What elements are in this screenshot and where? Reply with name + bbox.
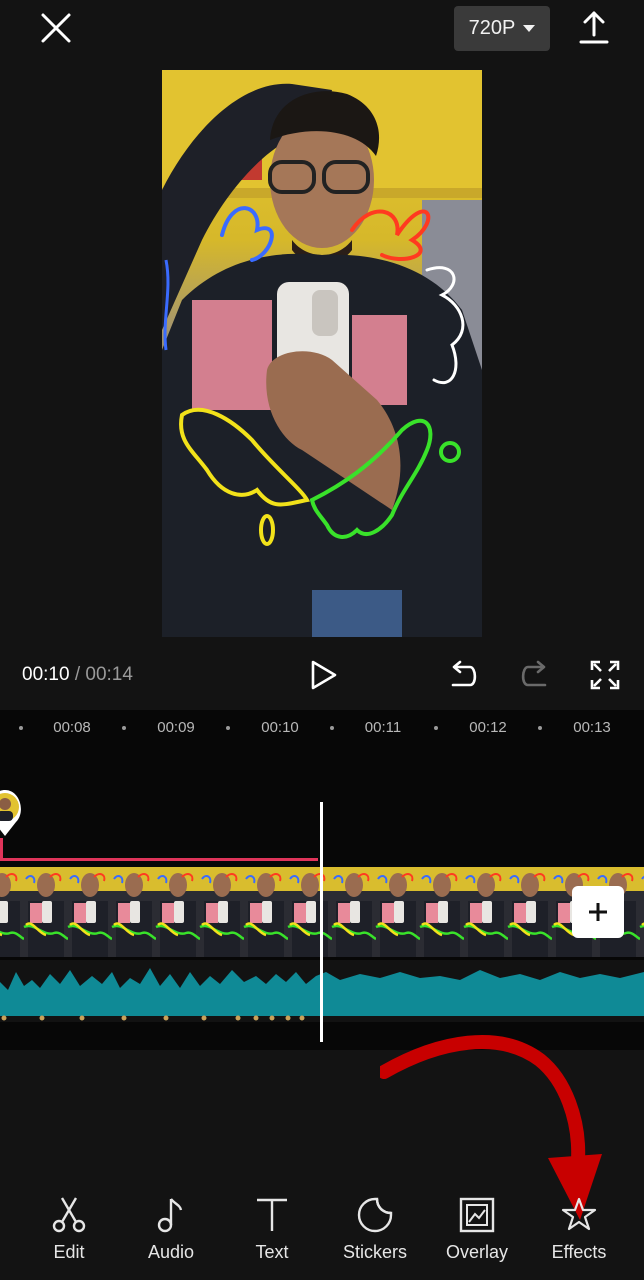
ruler-dot	[122, 726, 126, 730]
effect-track-start	[0, 838, 3, 860]
timeline[interactable]: 00:08 00:09 00:10 00:11 00:12 00:13	[0, 710, 644, 1050]
ruler-dot	[226, 726, 230, 730]
sticker-icon	[357, 1197, 393, 1233]
ruler-dot	[538, 726, 542, 730]
ruler-tick: 00:11	[364, 719, 402, 736]
time-separator: /	[74, 664, 81, 685]
scissors-icon	[52, 1197, 86, 1233]
video-preview[interactable]	[162, 70, 482, 637]
toolbar-label: Stickers	[342, 1242, 407, 1262]
upload-icon	[579, 11, 609, 44]
caret-down-icon	[523, 25, 536, 32]
redo-icon	[521, 660, 547, 687]
play-button[interactable]	[306, 658, 340, 692]
video-editor: 720P 00:10 / 00:14 00:08 00:09 00:10 00:…	[0, 0, 644, 1280]
plus-icon	[589, 903, 607, 921]
playhead[interactable]	[320, 802, 323, 1042]
ruler-dot	[19, 726, 23, 730]
top-bar: 720P	[0, 0, 644, 60]
total-time: 00:14	[85, 664, 133, 685]
ruler-tick: 00:12	[469, 719, 507, 736]
bottom-toolbar: Edit Audio Text Stickers Overlay Effects	[0, 1160, 644, 1280]
toolbar-effects[interactable]: Effects	[529, 1196, 629, 1263]
ruler-tick: 00:09	[157, 719, 195, 736]
resolution-label: 720P	[468, 17, 516, 39]
toolbar-stickers[interactable]: Stickers	[325, 1196, 425, 1263]
preview-image	[162, 70, 482, 637]
close-button[interactable]	[36, 8, 76, 48]
toolbar-label: Overlay	[445, 1242, 508, 1262]
effect-track-line[interactable]	[0, 858, 318, 861]
redo-button[interactable]	[518, 658, 552, 692]
toolbar-label: Audio	[147, 1242, 195, 1262]
fullscreen-icon	[590, 660, 620, 690]
ruler-dot	[434, 726, 438, 730]
toolbar-label: Effects	[551, 1242, 607, 1262]
toolbar-text[interactable]: Text	[222, 1196, 322, 1263]
export-button[interactable]	[574, 8, 614, 48]
avatar	[0, 790, 21, 836]
effects-star-icon	[561, 1197, 597, 1231]
add-clip-button[interactable]	[572, 886, 624, 938]
toolbar-audio[interactable]: Audio	[121, 1196, 221, 1263]
time-display: 00:10 / 00:14	[22, 664, 133, 686]
fullscreen-button[interactable]	[588, 658, 622, 692]
close-icon	[41, 13, 71, 43]
overlay-icon	[459, 1197, 495, 1233]
ruler-dot	[330, 726, 334, 730]
undo-button[interactable]	[446, 658, 480, 692]
toolbar-overlay[interactable]: Overlay	[427, 1196, 527, 1263]
current-time: 00:10	[22, 664, 70, 685]
toolbar-edit[interactable]: Edit	[19, 1196, 119, 1263]
undo-icon	[451, 660, 477, 687]
music-note-icon	[157, 1198, 183, 1233]
toolbar-label: Edit	[53, 1242, 85, 1262]
text-icon	[257, 1198, 287, 1231]
toolbar-label: Text	[255, 1242, 289, 1262]
resolution-button[interactable]: 720P	[454, 6, 550, 51]
ruler-tick: 00:08	[53, 719, 91, 736]
ruler-tick: 00:10	[261, 719, 299, 736]
ruler-tick: 00:13	[573, 719, 611, 736]
effect-avatar-marker[interactable]	[0, 788, 24, 838]
time-ruler: 00:08 00:09 00:10 00:11 00:12 00:13	[0, 710, 644, 746]
play-icon	[311, 660, 337, 690]
